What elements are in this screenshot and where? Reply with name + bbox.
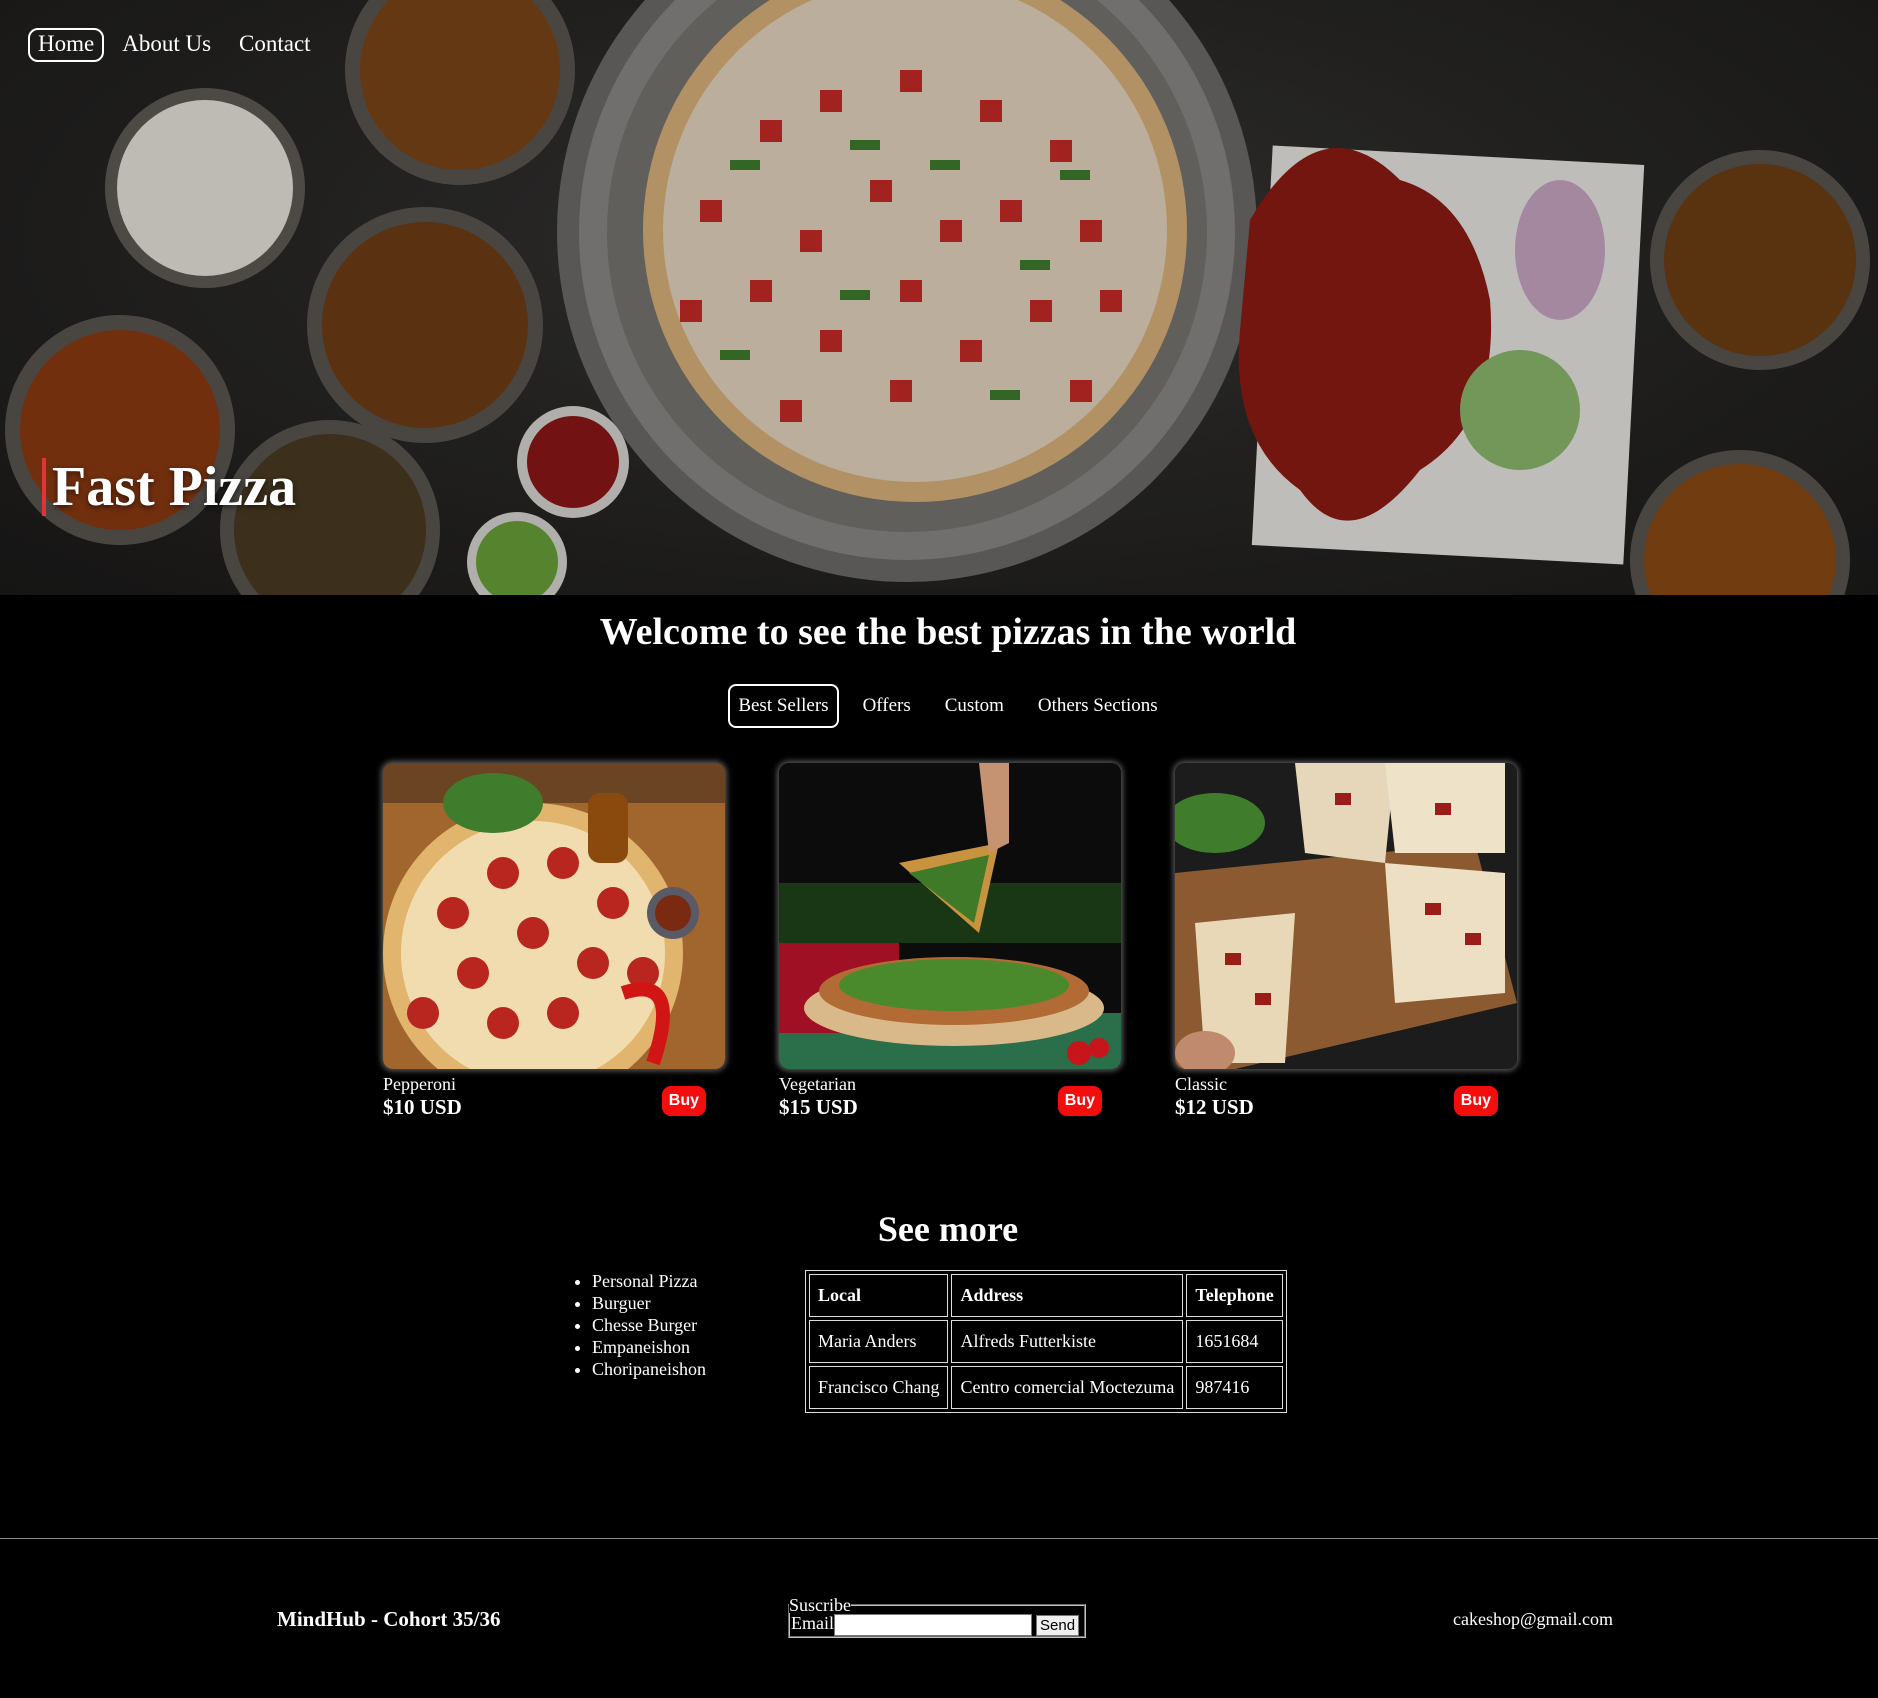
- hero-title: Fast Pizza: [42, 458, 296, 516]
- email-label: Email: [791, 1613, 834, 1633]
- hero-banner: Home About Us Contact Fast Pizza: [0, 0, 1878, 595]
- product-card-pepperoni: Pepperoni $10 USD Buy: [383, 763, 725, 1120]
- subscribe-form: Suscribe Email Send: [788, 1595, 1086, 1639]
- product-price: $15 USD: [779, 1095, 858, 1119]
- table-row: Francisco Chang Centro comercial Moctezu…: [809, 1366, 1283, 1409]
- footer-divider: [0, 1538, 1878, 1539]
- buy-button[interactable]: Buy: [661, 1085, 706, 1116]
- classic-pizza-image: [1175, 763, 1517, 1069]
- buy-button[interactable]: Buy: [1057, 1085, 1102, 1116]
- product-price: $10 USD: [383, 1095, 462, 1119]
- table-header: Telephone: [1186, 1274, 1283, 1317]
- list-item: Empaneishon: [592, 1336, 706, 1358]
- product-cards: Pepperoni $10 USD Buy Vegetarian $15 USD…: [383, 763, 1517, 1120]
- table-header-row: Local Address Telephone: [809, 1274, 1283, 1317]
- nav-contact[interactable]: Contact: [229, 28, 321, 62]
- menu-list: Personal Pizza Burguer Chesse Burger Emp…: [592, 1270, 706, 1380]
- list-item: Burguer: [592, 1292, 706, 1314]
- nav-about-us[interactable]: About Us: [112, 28, 221, 62]
- table-cell: 987416: [1186, 1366, 1283, 1409]
- product-card-classic: Classic $12 USD Buy: [1175, 763, 1517, 1120]
- product-price: $12 USD: [1175, 1095, 1254, 1119]
- pepperoni-pizza-image: [383, 763, 725, 1069]
- table-header: Address: [951, 1274, 1184, 1317]
- table-row: Maria Anders Alfreds Futterkiste 1651684: [809, 1320, 1283, 1363]
- footer-brand: MindHub - Cohort 35/36: [277, 1607, 501, 1631]
- subscribe-legend: Suscribe: [789, 1595, 851, 1615]
- see-more-heading: See more: [877, 1209, 1019, 1249]
- main-nav: Home About Us Contact: [28, 28, 321, 62]
- tab-custom[interactable]: Custom: [935, 684, 1014, 728]
- table-cell: Centro comercial Moctezuma: [951, 1366, 1184, 1409]
- locations-table: Local Address Telephone Maria Anders Alf…: [805, 1270, 1287, 1413]
- list-item: Personal Pizza: [592, 1270, 706, 1292]
- table-cell: Francisco Chang: [809, 1366, 949, 1409]
- email-field[interactable]: [834, 1614, 1032, 1637]
- send-button[interactable]: Send: [1036, 1614, 1080, 1636]
- table-cell: Maria Anders: [809, 1320, 949, 1363]
- product-card-vegetarian: Vegetarian $15 USD Buy: [779, 763, 1121, 1120]
- welcome-heading: Welcome to see the best pizzas in the wo…: [599, 611, 1297, 653]
- buy-button[interactable]: Buy: [1453, 1085, 1498, 1116]
- table-cell: 1651684: [1186, 1320, 1283, 1363]
- vegetarian-pizza-image: [779, 763, 1121, 1069]
- table-header: Local: [809, 1274, 949, 1317]
- tab-best-sellers[interactable]: Best Sellers: [728, 684, 839, 728]
- tab-others-sections[interactable]: Others Sections: [1028, 684, 1168, 728]
- footer-email: cakeshop@gmail.com: [1453, 1609, 1614, 1629]
- table-cell: Alfreds Futterkiste: [951, 1320, 1184, 1363]
- list-item: Choripaneishon: [592, 1358, 706, 1380]
- nav-home[interactable]: Home: [28, 28, 105, 62]
- tab-offers[interactable]: Offers: [853, 684, 921, 728]
- list-item: Chesse Burger: [592, 1314, 706, 1336]
- category-tabs: Best Sellers Offers Custom Others Sectio…: [0, 684, 1878, 728]
